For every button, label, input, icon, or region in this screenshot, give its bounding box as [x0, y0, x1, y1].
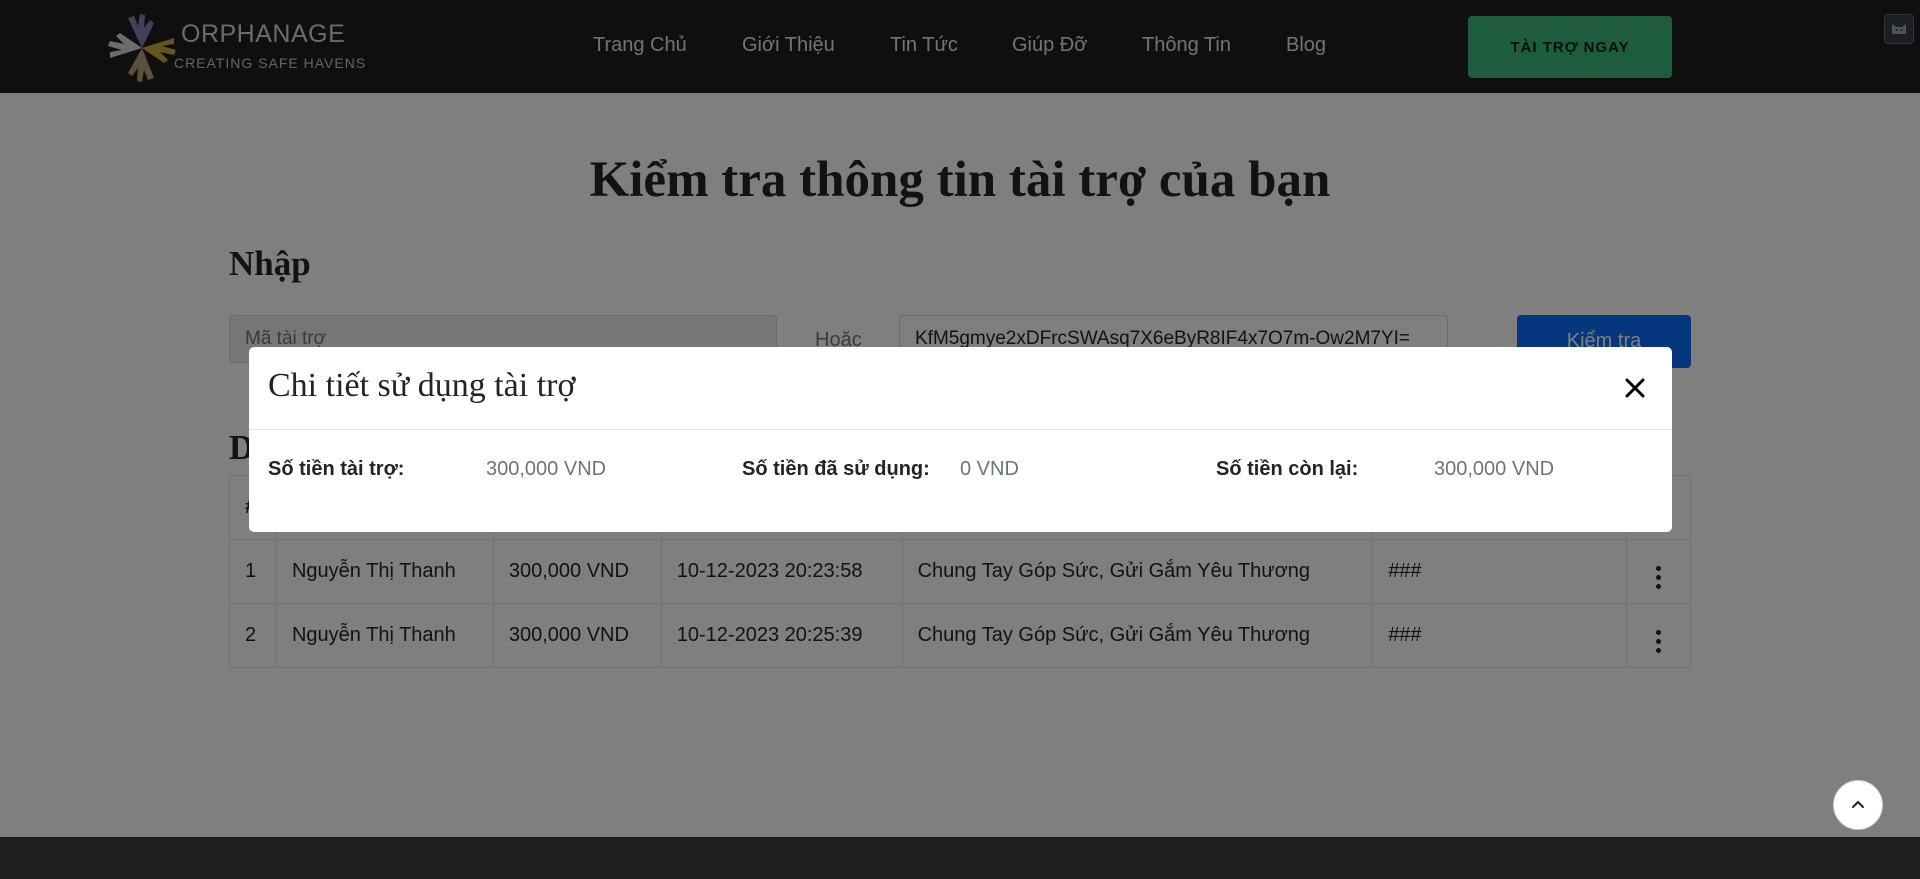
donated-amount-value: 300,000 VND [486, 458, 607, 480]
used-amount-label: Số tiền đã sử dụng: [742, 458, 930, 480]
remaining-amount-label: Số tiền còn lại: [1216, 458, 1359, 480]
modal-title: Chi tiết sử dụng tài trợ [268, 367, 576, 404]
chevron-up-icon [1852, 800, 1864, 808]
modal-header: Chi tiết sử dụng tài trợ [249, 347, 1672, 430]
used-amount-value: 0 VND [960, 458, 1019, 480]
close-icon[interactable] [1620, 373, 1650, 403]
scroll-to-top-button[interactable] [1833, 780, 1883, 830]
remaining-amount-value: 300,000 VND [1434, 458, 1555, 480]
donation-usage-modal: Chi tiết sử dụng tài trợ Số tiền tài trợ… [249, 347, 1672, 532]
donated-amount-label: Số tiền tài trợ: [268, 458, 405, 480]
modal-body: Số tiền tài trợ: 300,000 VND Số tiền đã … [249, 430, 1672, 530]
